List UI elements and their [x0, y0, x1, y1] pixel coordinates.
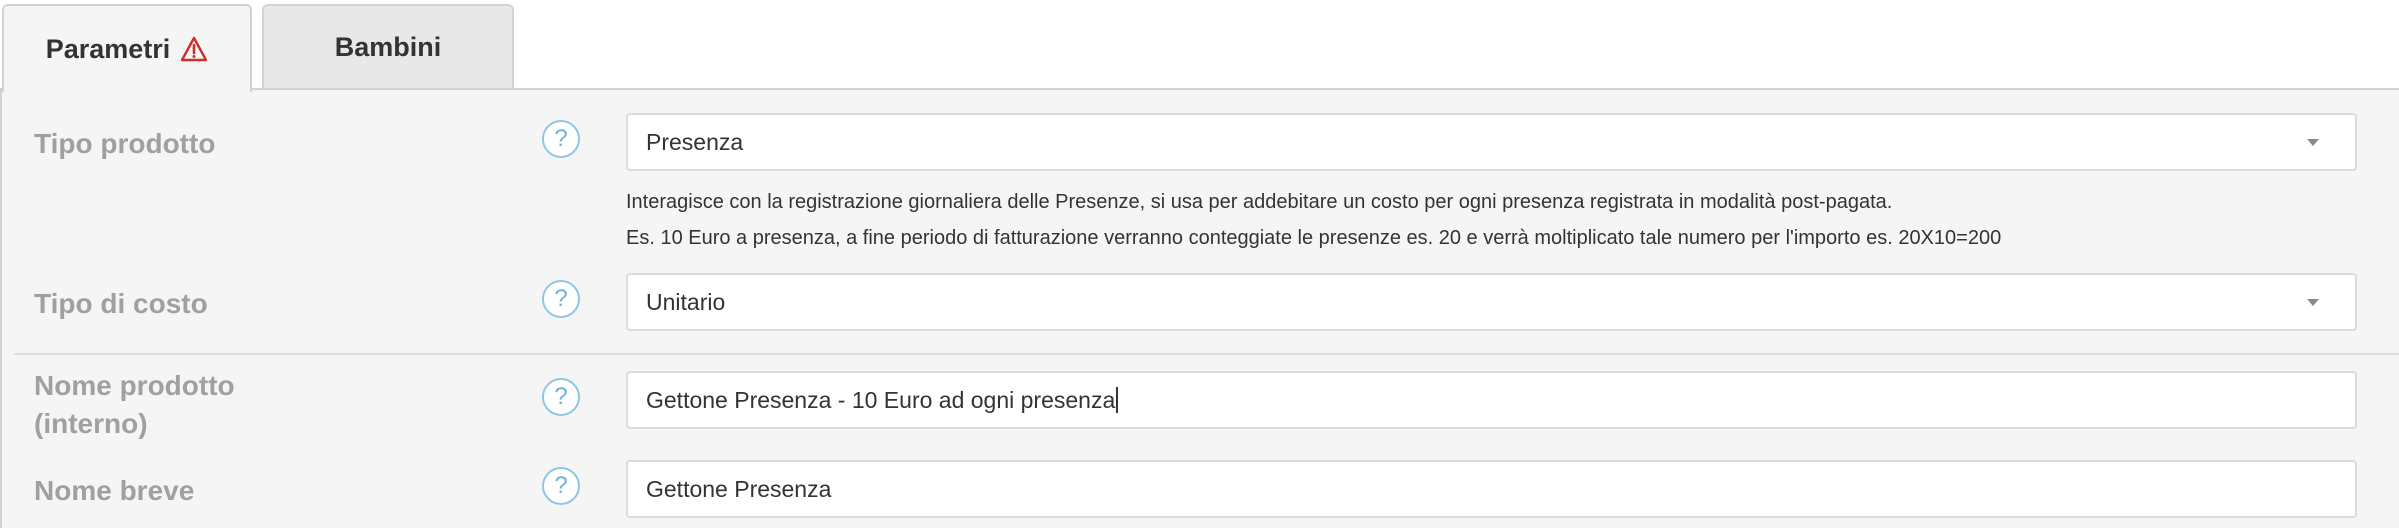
tab-parametri[interactable]: Parametri	[2, 4, 252, 92]
tab-bar: Parametri Bambini	[0, 0, 2399, 92]
chevron-down-icon	[2307, 299, 2319, 306]
section-divider	[14, 353, 2399, 355]
nome-prodotto-label-line2: (interno)	[34, 408, 148, 439]
tab-bambini[interactable]: Bambini	[262, 4, 514, 88]
tipo-prodotto-help-icon[interactable]: ?	[542, 120, 580, 158]
nome-prodotto-help-icon[interactable]: ?	[542, 378, 580, 416]
chevron-down-icon	[2307, 139, 2319, 146]
tipo-prodotto-select[interactable]: Presenza	[626, 113, 2357, 171]
warning-triangle-icon	[180, 36, 208, 62]
tipo-prodotto-help-text-1: Interagisce con la registrazione giornal…	[626, 191, 1893, 213]
tipo-costo-select[interactable]: Unitario	[626, 273, 2357, 331]
text-cursor	[1116, 387, 1119, 413]
tipo-costo-value: Unitario	[646, 288, 726, 315]
tab-bambini-label: Bambini	[334, 31, 442, 62]
nome-breve-value: Gettone Presenza	[646, 475, 832, 502]
tab-parametri-label: Parametri	[45, 33, 171, 64]
tipo-costo-label: Tipo di costo	[34, 288, 208, 319]
tipo-prodotto-value: Presenza	[646, 128, 744, 155]
nome-prodotto-label: Nome prodotto (interno)	[34, 367, 235, 443]
nome-breve-input[interactable]: Gettone Presenza	[626, 460, 2357, 518]
nome-breve-label: Nome breve	[34, 475, 195, 506]
tipo-prodotto-help-text-2: Es. 10 Euro a presenza, a fine periodo d…	[626, 227, 2002, 249]
tipo-prodotto-label: Tipo prodotto	[34, 128, 216, 159]
tipo-costo-help-icon[interactable]: ?	[542, 280, 580, 318]
nome-prodotto-value: Gettone Presenza - 10 Euro ad ogni prese…	[646, 386, 1116, 413]
nome-breve-help-icon[interactable]: ?	[542, 467, 580, 505]
nome-prodotto-input[interactable]: Gettone Presenza - 10 Euro ad ogni prese…	[626, 371, 2357, 429]
nome-prodotto-label-line1: Nome prodotto	[34, 370, 235, 401]
